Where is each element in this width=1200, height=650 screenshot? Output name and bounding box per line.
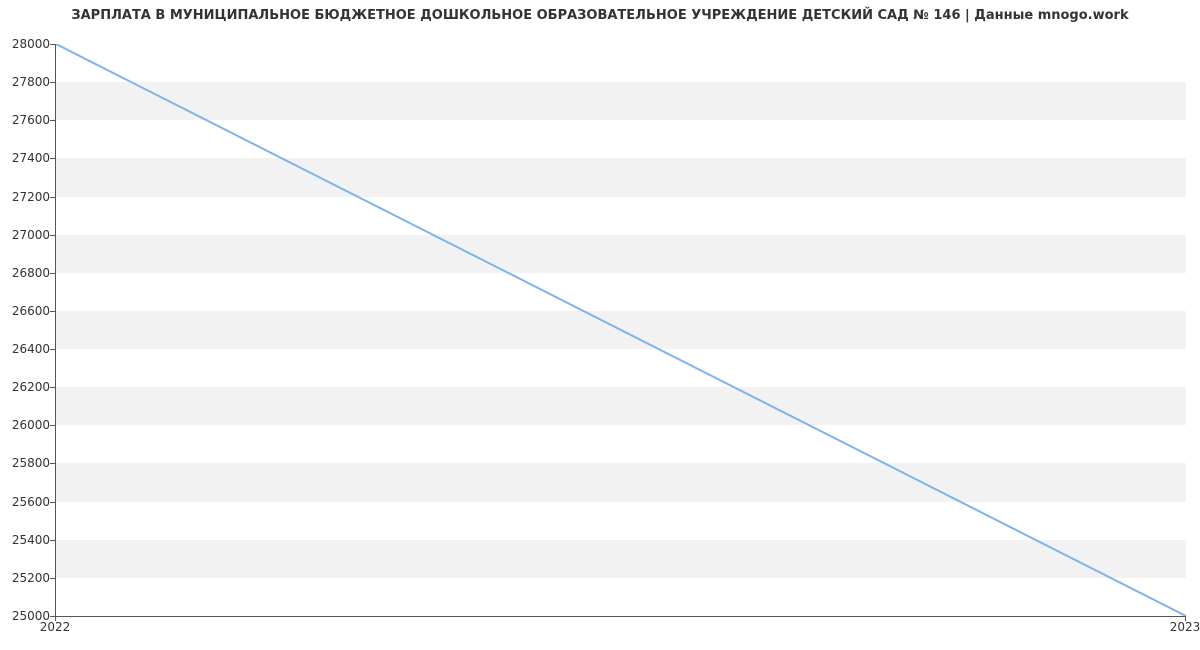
y-tick-mark (50, 120, 55, 121)
chart-container: ЗАРПЛАТА В МУНИЦИПАЛЬНОЕ БЮДЖЕТНОЕ ДОШКО… (0, 0, 1200, 650)
y-tick-mark (50, 44, 55, 45)
y-tick-label: 27600 (5, 113, 50, 127)
grid-band (56, 82, 1186, 120)
y-tick-label: 25600 (5, 495, 50, 509)
y-tick-mark (50, 82, 55, 83)
y-tick-mark (50, 425, 55, 426)
y-tick-label: 27400 (5, 151, 50, 165)
y-tick-label: 26800 (5, 266, 50, 280)
x-tick-mark (55, 616, 56, 621)
x-tick-label: 2023 (1170, 620, 1200, 634)
y-tick-label: 27000 (5, 228, 50, 242)
y-tick-label: 25800 (5, 456, 50, 470)
grid-band (56, 540, 1186, 578)
y-tick-mark (50, 578, 55, 579)
y-tick-mark (50, 540, 55, 541)
y-tick-label: 27200 (5, 190, 50, 204)
y-tick-label: 26600 (5, 304, 50, 318)
y-tick-label: 26000 (5, 418, 50, 432)
y-tick-label: 26400 (5, 342, 50, 356)
x-tick-mark (1185, 616, 1186, 621)
y-tick-mark (50, 311, 55, 312)
y-tick-label: 25400 (5, 533, 50, 547)
grid-band (56, 235, 1186, 273)
y-tick-mark (50, 197, 55, 198)
y-tick-label: 26200 (5, 380, 50, 394)
y-tick-mark (50, 463, 55, 464)
y-tick-mark (50, 502, 55, 503)
y-tick-label: 28000 (5, 37, 50, 51)
grid-band (56, 387, 1186, 425)
grid-band (56, 158, 1186, 196)
y-tick-mark (50, 158, 55, 159)
y-tick-label: 25200 (5, 571, 50, 585)
y-tick-mark (50, 387, 55, 388)
y-tick-label: 27800 (5, 75, 50, 89)
grid-band (56, 463, 1186, 501)
plot-area (55, 44, 1186, 617)
y-tick-mark (50, 273, 55, 274)
x-tick-label: 2022 (40, 620, 71, 634)
y-tick-mark (50, 235, 55, 236)
y-tick-mark (50, 349, 55, 350)
grid-band (56, 311, 1186, 349)
chart-title: ЗАРПЛАТА В МУНИЦИПАЛЬНОЕ БЮДЖЕТНОЕ ДОШКО… (0, 8, 1200, 23)
